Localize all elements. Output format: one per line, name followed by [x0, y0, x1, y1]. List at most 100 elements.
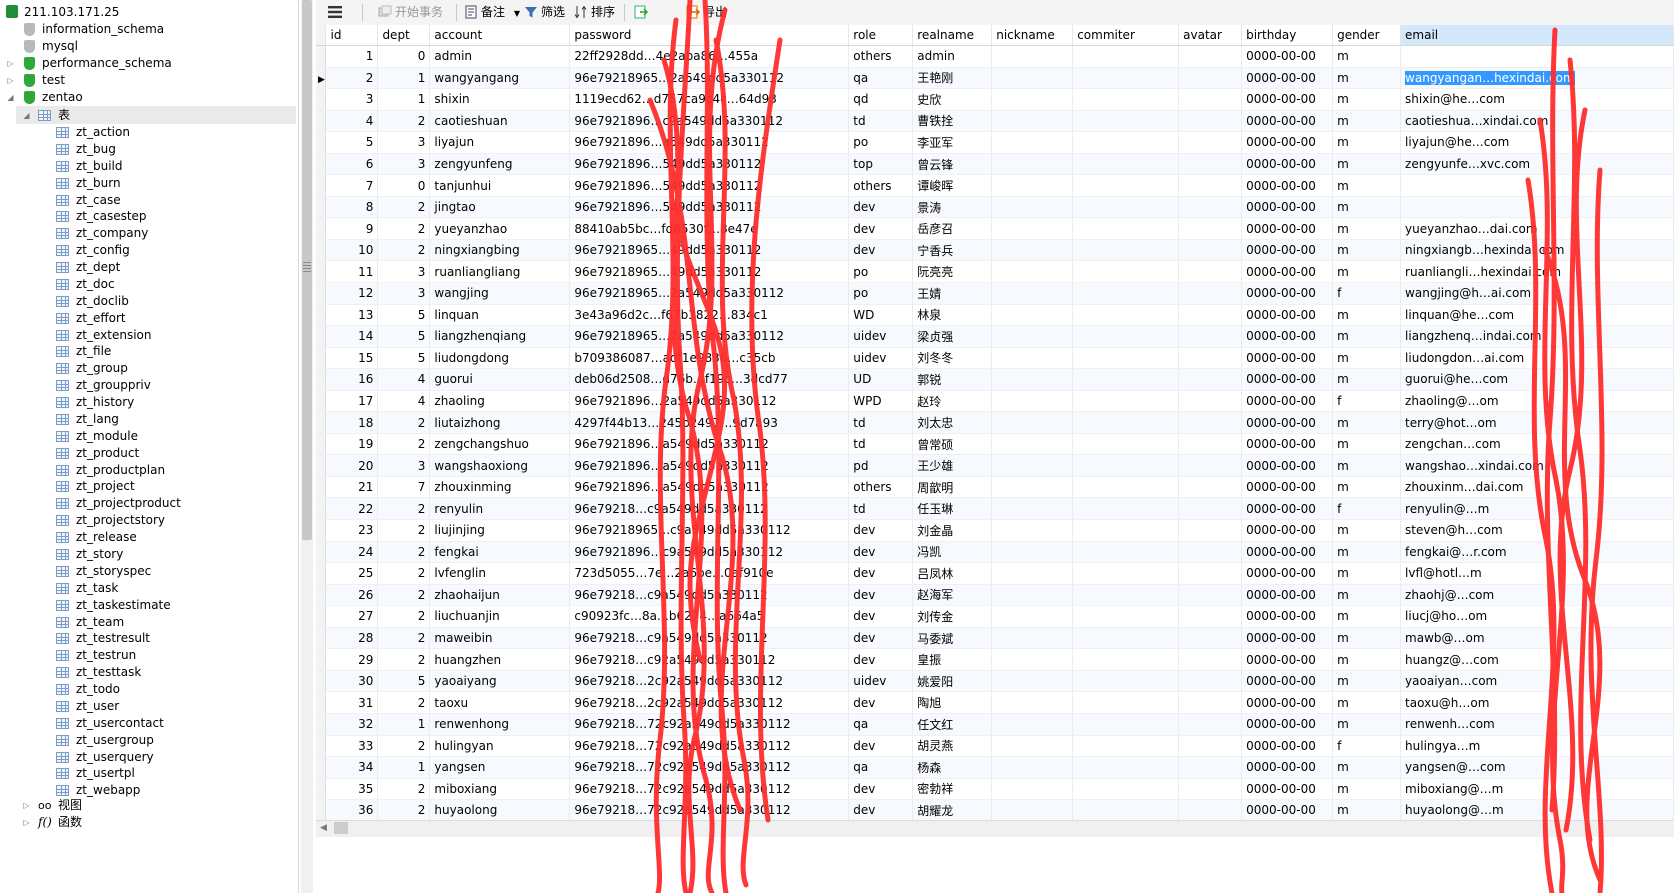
cell-password[interactable]: 96e79218…72c92a549dd5a330112 [569, 799, 850, 820]
cell-nickname[interactable] [991, 713, 1074, 736]
cell-id[interactable]: 3 [325, 88, 379, 111]
cell-avatar[interactable] [1178, 735, 1243, 758]
cell-avatar[interactable] [1178, 605, 1243, 628]
cell-account[interactable]: liuchuanjin [429, 605, 571, 628]
cell-email[interactable]: linquan@he…com [1400, 304, 1674, 327]
cell-password[interactable]: 96e79218…c92a549dd5a330112 [569, 648, 850, 671]
cell-commiter[interactable] [1072, 648, 1180, 671]
cell-birthday[interactable]: 0000-00-00 [1241, 541, 1334, 564]
cell-account[interactable]: guorui [429, 368, 571, 391]
row-indicator[interactable] [316, 347, 327, 370]
cell-realname[interactable]: admin [912, 45, 993, 68]
cell-commiter[interactable] [1072, 562, 1180, 585]
cell-account[interactable]: zengyunfeng [429, 153, 571, 176]
cell-nickname[interactable] [991, 217, 1074, 240]
cell-birthday[interactable]: 0000-00-00 [1241, 368, 1334, 391]
cell-avatar[interactable] [1178, 217, 1243, 240]
cell-dept[interactable]: 4 [377, 368, 431, 391]
cell-realname[interactable]: 曾云锋 [912, 153, 993, 176]
cell-nickname[interactable] [991, 368, 1074, 391]
cell-id[interactable]: 2 [325, 67, 379, 90]
cell-role[interactable]: po [848, 260, 914, 284]
table-row[interactable]: 13 5 linquan 3e43a96d2c…f67b3822…834c1 WD 林泉 0… [316, 304, 1674, 327]
cell-birthday[interactable]: 0000-00-00 [1241, 217, 1334, 240]
cell-id[interactable]: 21 [325, 476, 379, 499]
row-indicator[interactable] [316, 541, 327, 564]
cell-gender[interactable]: m [1332, 519, 1402, 542]
cell-birthday[interactable]: 0000-00-00 [1241, 799, 1334, 820]
cell-nickname[interactable] [991, 260, 1074, 284]
cell-avatar[interactable] [1178, 67, 1243, 90]
menu-button[interactable] [328, 0, 342, 25]
cell-account[interactable]: caotieshuan [429, 110, 571, 133]
column-header-email[interactable]: email [1400, 25, 1674, 46]
cell-avatar[interactable] [1178, 648, 1243, 671]
cell-gender[interactable]: m [1332, 541, 1402, 564]
cell-realname[interactable]: 刘冬冬 [912, 347, 993, 370]
cell-account[interactable]: liyajun [429, 131, 571, 154]
cell-id[interactable]: 12 [325, 282, 379, 305]
cell-commiter[interactable] [1072, 304, 1180, 327]
cell-password[interactable]: 96e79218…c9a549dd5a330112 [569, 584, 850, 607]
cell-password[interactable]: 96e79218…c9a549dd5a330112 [569, 497, 850, 521]
cell-role[interactable]: uidev [848, 347, 914, 370]
cell-id[interactable]: 29 [325, 648, 379, 671]
cell-commiter[interactable] [1072, 282, 1180, 305]
table-row[interactable]: ▶ 2 1 wangyangang 96e79218965…2a549dd5a33011… [316, 67, 1674, 90]
begin-transaction-button[interactable]: 开始事务 [378, 0, 443, 25]
row-indicator[interactable] [316, 605, 327, 628]
column-header-dept[interactable]: dept [377, 25, 431, 46]
cell-account[interactable]: liangzhenqiang [429, 325, 571, 348]
cell-id[interactable]: 34 [325, 756, 379, 779]
cell-commiter[interactable] [1072, 433, 1180, 456]
row-indicator[interactable] [316, 304, 327, 327]
row-indicator[interactable] [316, 778, 327, 801]
cell-commiter[interactable] [1072, 627, 1180, 650]
cell-password[interactable]: 96e79218965…2a549dd5a330112 [569, 325, 850, 348]
cell-account[interactable]: fengkai [429, 541, 571, 564]
cell-birthday[interactable]: 0000-00-00 [1241, 174, 1334, 197]
cell-password[interactable]: 22ff2928dd…4e2aba86…455a [569, 45, 850, 68]
cell-dept[interactable]: 5 [377, 670, 431, 693]
cell-nickname[interactable] [991, 174, 1074, 197]
cell-dept[interactable]: 0 [377, 174, 431, 197]
cell-account[interactable]: zengchangshuo [429, 433, 571, 456]
cell-account[interactable]: wangshaoxiong [429, 454, 571, 477]
cell-dept[interactable]: 2 [377, 605, 431, 628]
export-button[interactable]: 导出 [686, 0, 727, 25]
row-indicator[interactable] [316, 282, 327, 305]
cell-gender[interactable]: m [1332, 304, 1402, 327]
row-indicator[interactable] [316, 562, 327, 585]
cell-gender[interactable]: m [1332, 174, 1402, 197]
cell-role[interactable]: uidev [848, 670, 914, 693]
cell-realname[interactable]: 密勃祥 [912, 778, 993, 801]
cell-dept[interactable]: 2 [377, 778, 431, 801]
cell-nickname[interactable] [991, 799, 1074, 820]
cell-gender[interactable]: m [1332, 131, 1402, 154]
cell-id[interactable]: 20 [325, 454, 379, 477]
cell-password[interactable]: deb06d2508…d76b…f19c…3dcd77 [569, 368, 850, 391]
cell-dept[interactable]: 2 [377, 497, 431, 521]
cell-gender[interactable]: f [1332, 735, 1402, 758]
cell-birthday[interactable]: 0000-00-00 [1241, 627, 1334, 650]
cell-commiter[interactable] [1072, 799, 1180, 820]
cell-commiter[interactable] [1072, 368, 1180, 391]
row-indicator[interactable] [316, 131, 327, 154]
cell-password[interactable]: b709386087…adf1e9836…c35cb [569, 347, 850, 370]
cell-password[interactable]: 96e79218…2c92a549dd5a330112 [569, 670, 850, 693]
cell-birthday[interactable]: 0000-00-00 [1241, 497, 1334, 521]
cell-realname[interactable]: 胡耀龙 [912, 799, 993, 820]
cell-realname[interactable]: 王婧 [912, 282, 993, 305]
cell-gender[interactable]: m [1332, 562, 1402, 585]
cell-dept[interactable]: 2 [377, 691, 431, 714]
cell-gender[interactable]: m [1332, 713, 1402, 736]
table-row[interactable]: 35 2 miboxiang 96e79218…72c92a549dd5a330112… [316, 778, 1674, 801]
cell-id[interactable]: 26 [325, 584, 379, 607]
cell-avatar[interactable] [1178, 153, 1243, 176]
cell-gender[interactable]: m [1332, 153, 1402, 176]
cell-avatar[interactable] [1178, 454, 1243, 477]
table-row[interactable]: 28 2 maweibin 96e79218…c9a549dd5a330112 dev 马… [316, 627, 1674, 650]
row-indicator[interactable] [316, 88, 327, 111]
cell-avatar[interactable] [1178, 713, 1243, 736]
cell-realname[interactable]: 郭锐 [912, 368, 993, 391]
